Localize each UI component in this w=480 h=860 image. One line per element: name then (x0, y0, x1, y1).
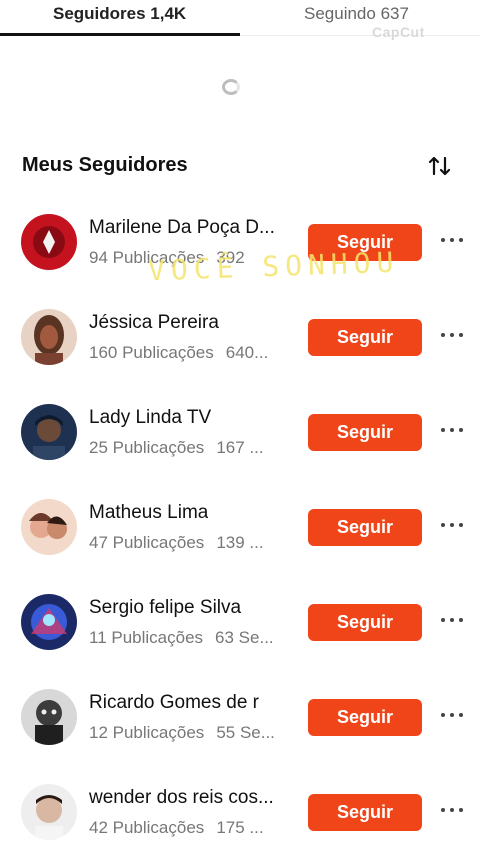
loading-spinner-icon (222, 79, 240, 95)
follower-name: Ricardo Gomes de r (89, 692, 260, 713)
follower-meta: 12 Publicações 55 Se... (89, 723, 275, 743)
follower-name: Jéssica Pereira (89, 312, 219, 333)
follower-row[interactable]: Jéssica Pereira 160 Publicações 640... Se… (0, 290, 480, 385)
followers-count: 63 Se... (215, 628, 274, 647)
tab-divider (240, 35, 480, 36)
more-options-icon[interactable] (441, 330, 463, 340)
follow-button[interactable]: Seguir (308, 414, 422, 451)
posts-count: 12 Publicações (89, 723, 205, 742)
follower-meta: 25 Publicações 167 ... (89, 438, 264, 458)
avatar[interactable] (21, 309, 77, 365)
more-options-icon[interactable] (441, 805, 463, 815)
followers-count: 640... (225, 343, 269, 362)
follower-meta: 47 Publicações 139 ... (89, 533, 264, 553)
follow-button[interactable]: Seguir (308, 794, 422, 831)
posts-count: 25 Publicações (89, 438, 205, 457)
follower-name: wender dos reis cos... (89, 787, 274, 808)
tab-followers[interactable]: Seguidores 1,4K (53, 4, 186, 24)
more-options-icon[interactable] (441, 520, 463, 530)
avatar[interactable] (21, 594, 77, 650)
posts-count: 47 Publicações (89, 533, 205, 552)
follower-meta: 160 Publicações 640... (89, 343, 268, 363)
follow-button[interactable]: Seguir (308, 699, 422, 736)
section-title: Meus Seguidores (22, 154, 188, 176)
avatar[interactable] (21, 499, 77, 555)
follow-button[interactable]: Seguir (308, 509, 422, 546)
follower-row[interactable]: Lady Linda TV 25 Publicações 167 ... Segu… (0, 385, 480, 480)
follow-button[interactable]: Seguir (308, 319, 422, 356)
follower-row[interactable]: wender dos reis cos... 42 Publicações 175… (0, 765, 480, 860)
posts-count: 42 Publicações (89, 818, 205, 837)
follower-name: Marilene Da Poça D... (89, 217, 275, 238)
follower-row[interactable]: Ricardo Gomes de r 12 Publicações 55 Se..… (0, 670, 480, 765)
follower-meta: 11 Publicações 63 Se... (89, 628, 274, 648)
sort-icon[interactable] (426, 152, 454, 180)
posts-count: 11 Publicações (89, 628, 204, 647)
followers-count: 139 ... (216, 533, 264, 552)
follower-row[interactable]: Matheus Lima 47 Publicações 139 ... Segui… (0, 480, 480, 575)
followers-count: 175 ... (216, 818, 264, 837)
followers-count: 55 Se... (216, 723, 275, 742)
follower-meta: 42 Publicações 175 ... (89, 818, 264, 838)
follower-name: Matheus Lima (89, 502, 209, 523)
follower-name: Lady Linda TV (89, 407, 212, 428)
more-options-icon[interactable] (441, 615, 463, 625)
posts-count: 160 Publicações (89, 343, 214, 362)
tab-following[interactable]: Seguindo 637 (304, 4, 409, 24)
follower-row[interactable]: Sergio felipe Silva 11 Publicações 63 Se.… (0, 575, 480, 670)
avatar[interactable] (21, 214, 77, 270)
avatar[interactable] (21, 784, 77, 840)
avatar[interactable] (21, 689, 77, 745)
avatar[interactable] (21, 404, 77, 460)
watermark: CapCut (372, 24, 425, 40)
more-options-icon[interactable] (441, 710, 463, 720)
follower-name: Sergio felipe Silva (89, 597, 242, 618)
followers-count: 167 ... (216, 438, 264, 457)
more-options-icon[interactable] (441, 425, 463, 435)
follow-button[interactable]: Seguir (308, 604, 422, 641)
more-options-icon[interactable] (441, 235, 463, 245)
active-tab-indicator (0, 33, 240, 36)
